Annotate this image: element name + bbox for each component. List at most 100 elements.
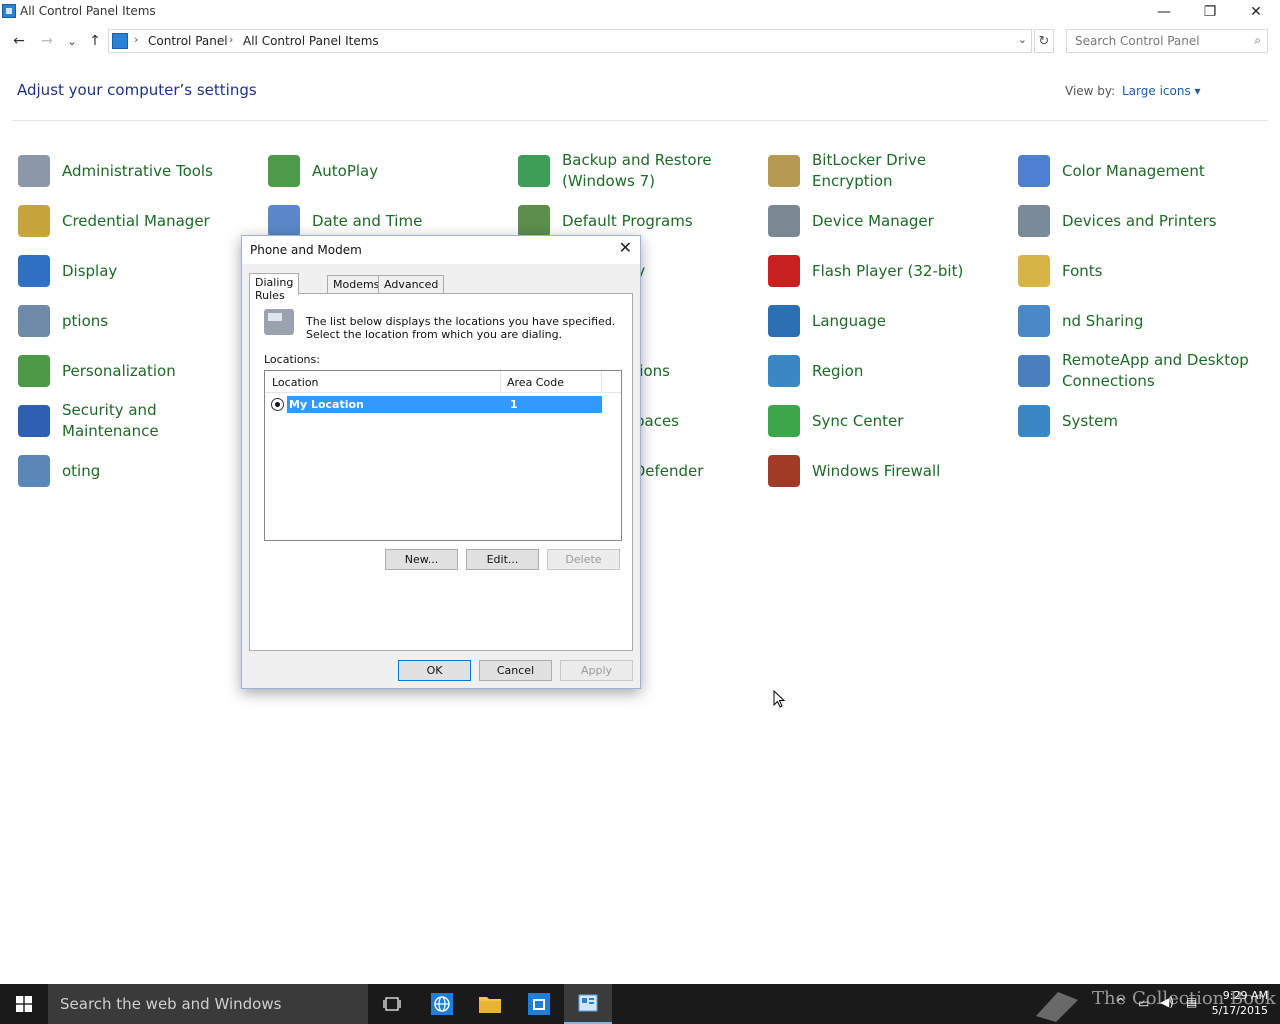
divider [12,120,1268,121]
cancel-button[interactable]: Cancel [479,660,552,681]
tab-dialing-rules[interactable]: Dialing Rules [249,273,300,302]
mouse-cursor-icon [773,690,785,708]
control-panel-item[interactable]: Fonts [1000,246,1250,296]
action-center-icon[interactable]: ▤ [1186,995,1197,1009]
control-panel-item[interactable]: BitLocker Drive Encryption [750,146,1000,196]
view-by-dropdown[interactable]: Large icons ▾ [1122,84,1201,98]
tab-advanced[interactable]: Advanced [378,275,445,294]
control-panel-item-label: Personalization [62,361,176,380]
back-button[interactable]: ← [9,30,29,52]
network-icon[interactable]: ▭ [1138,996,1149,1010]
clock[interactable]: 9:29 AM 5/17/2015 [1212,988,1268,1018]
column-area-code[interactable]: Area Code [507,376,564,389]
breadcrumb-control-panel[interactable]: Control Panel [148,34,228,48]
bitlocker-icon [768,155,800,187]
book-watermark-icon [1036,992,1078,1022]
taskbar-browser-button[interactable] [418,984,466,1024]
control-panel-item[interactable]: nd Sharing [1000,296,1250,346]
date-time-icon [268,205,300,237]
taskbar-file-explorer-button[interactable] [466,984,514,1024]
control-panel-item-label: Region [812,361,864,380]
control-panel-item[interactable]: Language [750,296,1000,346]
control-panel-item[interactable]: Color Management [1000,146,1250,196]
search-icon[interactable]: ⌕ [1254,33,1261,48]
selected-location-radio[interactable] [271,398,284,411]
chevron-right-icon[interactable]: › [134,33,138,46]
recent-locations-button[interactable]: ⌄ [62,30,82,52]
control-panel-item[interactable]: Display [0,246,250,296]
minimize-button[interactable]: — [1141,0,1187,24]
refresh-button[interactable]: ↻ [1034,29,1054,53]
control-panel-item[interactable]: Region [750,346,1000,396]
chevron-right-icon[interactable]: › [229,33,233,46]
window-title: All Control Panel Items [20,4,156,18]
control-panel-item-label: Sync Center [812,411,904,430]
search-placeholder: Search Control Panel [1075,34,1200,48]
up-button[interactable]: ↑ [85,30,105,52]
control-panel-item-label: Credential Manager [62,211,210,230]
task-view-button[interactable] [368,984,416,1024]
control-panel-item-label: Security and Maintenance [62,401,159,440]
control-panel-item-label: Administrative Tools [62,161,213,180]
control-panel-item[interactable]: Device Manager [750,196,1000,246]
control-panel-item[interactable]: Devices and Printers [1000,196,1250,246]
breadcrumb-all-items[interactable]: All Control Panel Items [243,34,379,48]
control-panel-item-label: ptions [62,311,109,330]
taskbar-search-input[interactable]: Search the web and Windows [48,984,368,1024]
control-panel-item-label: RemoteApp and Desktop Connections [1062,351,1249,390]
navigation-bar: ← → ⌄ ↑ › Control Panel › All Control Pa… [0,28,1280,54]
control-panel-item[interactable]: AutoPlay [250,146,500,196]
new-location-button[interactable]: New... [385,549,458,570]
device-manager-icon [768,205,800,237]
control-panel-item-label: Fonts [1062,261,1103,280]
control-panel-item[interactable]: Sync Center [750,396,1000,446]
control-panel-icon [112,33,128,49]
start-button[interactable] [0,984,48,1024]
taskbar: Search the web and Windows The Collectio… [0,984,1280,1024]
folder-icon [479,997,501,1013]
network-sharing-icon [1018,305,1050,337]
locations-label: Locations: [264,353,320,366]
tab-modems[interactable]: Modems [327,275,386,294]
taskbar-control-panel-button[interactable] [564,984,612,1024]
control-panel-item[interactable]: Flash Player (32-bit) [750,246,1000,296]
tray-chevron-up-icon[interactable]: ^ [1116,996,1125,1009]
control-panel-item-label: Language [812,311,887,330]
control-panel-item[interactable]: Security and Maintenance [0,396,250,446]
address-bar[interactable]: › Control Panel › All Control Panel Item… [108,29,1032,53]
forward-button[interactable]: → [37,30,57,52]
control-panel-item[interactable]: Windows Firewall [750,446,1000,496]
column-location[interactable]: Location [272,376,319,389]
volume-icon[interactable]: ◀) [1160,995,1174,1009]
control-panel-item[interactable]: Credential Manager [0,196,250,246]
control-panel-item[interactable]: ptions [0,296,250,346]
ok-button[interactable]: OK [398,660,471,681]
list-header: Location Area Code [265,371,621,393]
edit-location-button[interactable]: Edit... [466,549,539,570]
taskbar-store-button[interactable] [515,984,563,1024]
delete-location-button[interactable]: Delete [547,549,620,570]
page-title: Adjust your computer’s settings [17,81,257,99]
control-panel-item[interactable]: System [1000,396,1250,446]
control-panel-item[interactable]: Backup and Restore (Windows 7) [500,146,750,196]
apply-button[interactable]: Apply [560,660,633,681]
close-button[interactable]: ✕ [1233,0,1279,24]
control-panel-item[interactable]: Personalization [0,346,250,396]
control-panel-item-label: Flash Player (32-bit) [812,261,964,280]
windows-logo-icon [16,996,32,1012]
dialog-description: The list below displays the locations yo… [306,315,616,341]
chevron-down-icon[interactable]: ⌄ [1018,33,1027,46]
backup-icon [518,155,550,187]
control-panel-item-label: AutoPlay [312,161,379,180]
dialog-close-button[interactable]: ✕ [619,238,632,257]
default-programs-icon [518,205,550,237]
title-bar: All Control Panel Items — ❐ ✕ [0,0,1280,24]
table-row[interactable]: My Location 1 [287,396,602,413]
control-panel-item[interactable]: RemoteApp and Desktop Connections [1000,346,1250,396]
control-panel-item[interactable]: Administrative Tools [0,146,250,196]
personalization-icon [18,355,50,387]
control-panel-item[interactable]: oting [0,446,250,496]
search-input[interactable]: Search Control Panel ⌕ [1066,29,1268,53]
locations-list[interactable]: Location Area Code My Location 1 [264,370,622,541]
restore-button[interactable]: ❐ [1187,0,1233,24]
